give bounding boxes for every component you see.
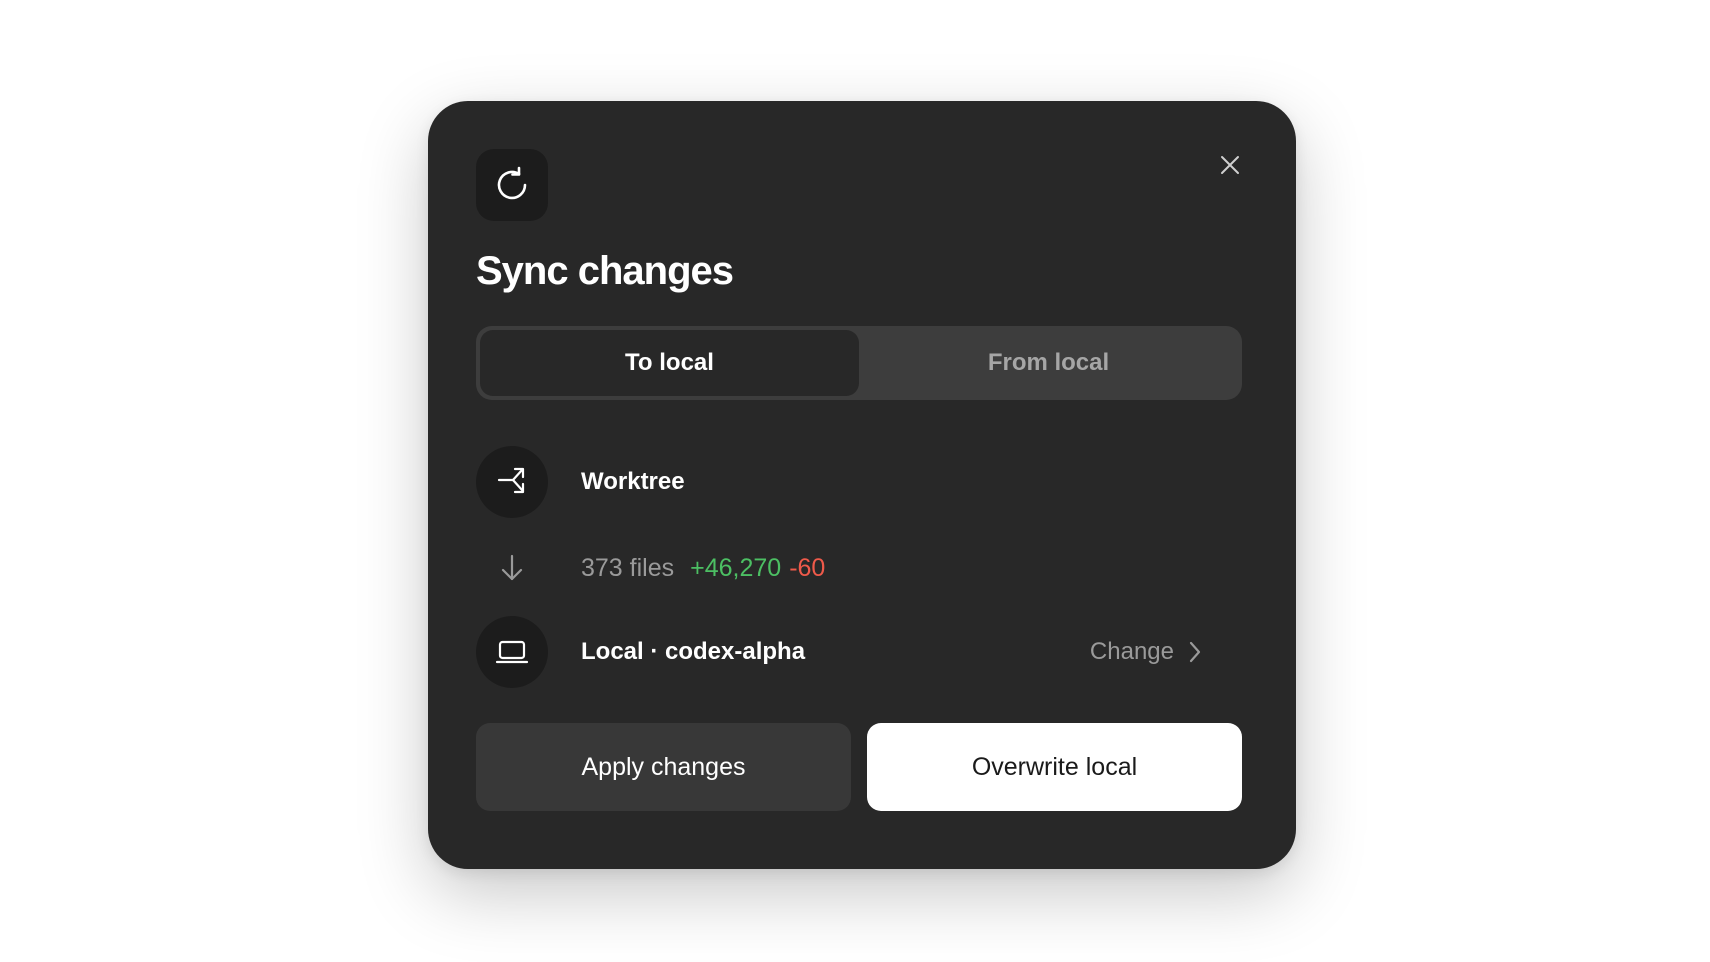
deletions-count: -60 [789, 553, 826, 582]
sync-dialog: Sync changes To local From local Worktre… [428, 101, 1296, 869]
arrow-down-icon [476, 532, 548, 604]
change-label: Change [1089, 638, 1174, 665]
target-label: Local · codex-alpha [581, 638, 806, 665]
overwrite-local-button[interactable]: Overwrite local [867, 723, 1242, 811]
close-icon [1220, 155, 1240, 175]
dialog-title: Sync changes [476, 249, 734, 293]
source-label: Worktree [581, 468, 685, 495]
tab-to-local[interactable]: To local [480, 330, 859, 396]
apply-changes-button[interactable]: Apply changes [476, 723, 851, 811]
tab-from-local[interactable]: From local [859, 330, 1238, 396]
additions-count: +46,270 [690, 553, 782, 582]
files-count: 373 files [581, 553, 675, 582]
sync-refresh-icon [476, 149, 548, 221]
laptop-icon [476, 616, 548, 688]
action-buttons: Apply changes Overwrite local [476, 723, 1242, 811]
page: Sync changes To local From local Worktre… [0, 0, 1710, 962]
diff-row: 373 files +46,270 -60 [476, 532, 1242, 604]
direction-tabs: To local From local [476, 326, 1242, 400]
close-button[interactable] [1214, 149, 1246, 181]
change-target-button[interactable]: Change [1090, 638, 1202, 666]
diff-stats: 373 files +46,270 -60 [581, 554, 825, 583]
target-row: Local · codex-alpha Change [476, 616, 1242, 688]
source-row: Worktree [476, 446, 1242, 518]
chevron-right-icon [1188, 640, 1202, 664]
worktree-branch-icon [476, 446, 548, 518]
